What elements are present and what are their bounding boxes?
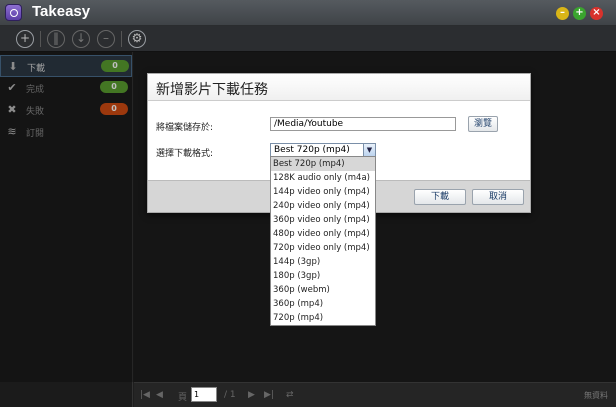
download-confirm-button[interactable]: 下載 [414, 189, 466, 205]
browse-button[interactable]: 瀏覽 [468, 116, 498, 132]
plus-icon: + [19, 31, 31, 45]
toolbar: + ‖ ↓ – ⚙ [0, 26, 616, 52]
format-option[interactable]: 360p (mp4) [271, 297, 375, 311]
cancel-button[interactable]: 取消 [472, 189, 524, 205]
toolbar-divider [121, 31, 122, 47]
format-option[interactable]: 240p video only (mp4) [271, 199, 375, 213]
refresh-icon[interactable]: ⇄ [286, 390, 294, 400]
add-task-button[interactable]: + [16, 30, 34, 48]
format-select[interactable]: Best 720p (mp4) ▼ [270, 143, 376, 157]
pause-button[interactable]: ‖ [47, 30, 65, 48]
dialog-title-bar: 新增影片下載任務 [148, 74, 530, 101]
minus-icon: – [103, 31, 109, 45]
app-title: Takeasy [32, 3, 91, 20]
download-button[interactable]: ↓ [72, 30, 90, 48]
delete-button[interactable]: – [97, 30, 115, 48]
format-option[interactable]: 144p video only (mp4) [271, 185, 375, 199]
pause-icon: ‖ [53, 31, 59, 45]
pagination-bar: |◀ ◀ 頁 1 / 1 ▶ ▶| ⇄ 無資料 [134, 382, 616, 407]
page-label: 頁 [178, 393, 188, 403]
dialog-title: 新增影片下載任務 [156, 82, 268, 98]
chevron-down-icon[interactable]: ▼ [363, 144, 375, 156]
format-option[interactable]: 180p (3gp) [271, 269, 375, 283]
format-option[interactable]: 360p video only (mp4) [271, 213, 375, 227]
next-page-icon[interactable]: ▶ [248, 390, 255, 400]
save-location-label: 將檔案儲存於: [156, 123, 214, 133]
download-icon: ↓ [75, 31, 87, 45]
minimize-button[interactable]: – [556, 7, 569, 20]
format-dropdown-list: Best 720p (mp4) 128K audio only (m4a) 14… [270, 156, 376, 326]
toolbar-divider [40, 31, 41, 47]
page-number-input[interactable]: 1 [191, 387, 217, 402]
page-total: / 1 [224, 390, 236, 400]
format-option[interactable]: 128K audio only (m4a) [271, 171, 375, 185]
no-data-label: 無資料 [584, 391, 608, 400]
title-bar: Takeasy – + × [0, 0, 616, 26]
format-label: 選擇下載格式: [156, 149, 214, 159]
maximize-button[interactable]: + [573, 7, 586, 20]
format-option[interactable]: 360p (webm) [271, 283, 375, 297]
format-option[interactable]: Best 720p (mp4) [271, 157, 375, 171]
format-option[interactable]: 480p video only (mp4) [271, 227, 375, 241]
takeasy-logo-icon [5, 4, 22, 21]
format-option[interactable]: 720p video only (mp4) [271, 241, 375, 255]
last-page-icon[interactable]: ▶| [264, 390, 274, 400]
format-option[interactable]: 720p (mp4) [271, 311, 375, 325]
format-option[interactable]: 144p (3gp) [271, 255, 375, 269]
format-selected-value: Best 720p (mp4) [274, 145, 350, 155]
prev-page-icon[interactable]: ◀ [156, 390, 163, 400]
gear-icon: ⚙ [131, 31, 143, 45]
first-page-icon[interactable]: |◀ [140, 390, 150, 400]
save-path-input[interactable]: /Media/Youtube [270, 117, 456, 131]
close-window-button[interactable]: × [590, 7, 603, 20]
settings-button[interactable]: ⚙ [128, 30, 146, 48]
